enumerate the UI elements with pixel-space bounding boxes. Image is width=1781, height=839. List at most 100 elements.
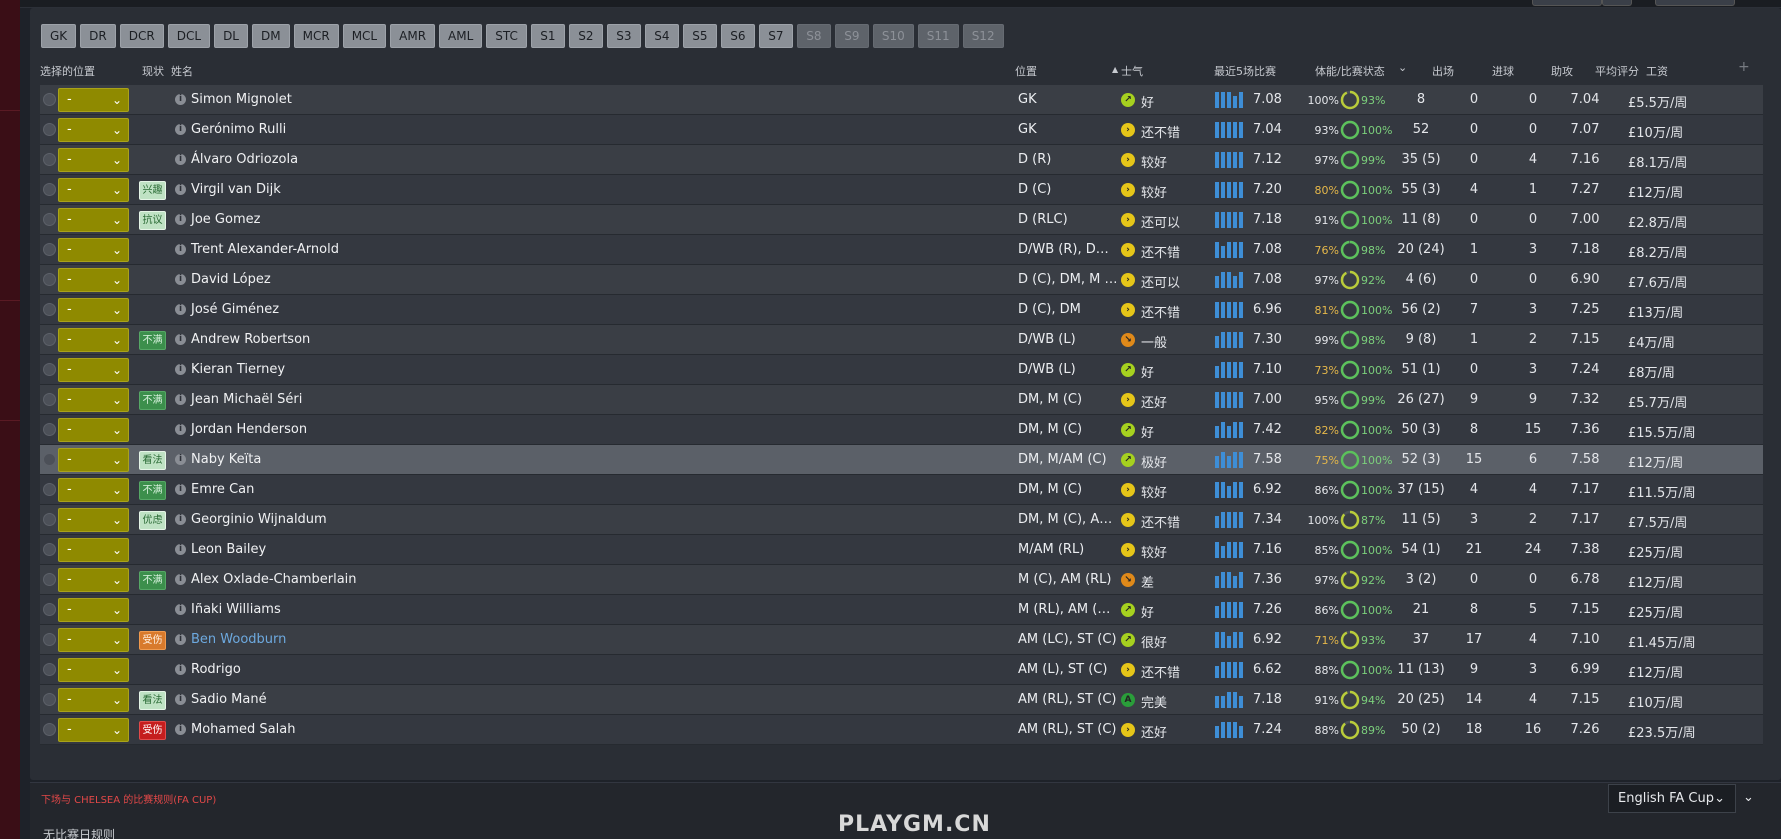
position-selector[interactable]: - ⌄ [58, 418, 129, 442]
position-selector[interactable]: - ⌄ [58, 568, 129, 592]
col-wage[interactable]: 工资 [1646, 63, 1668, 79]
position-filter-dr[interactable]: DR [80, 24, 116, 48]
table-row[interactable]: - ⌄ i Álvaro Odriozola D (R) › 较好 7.12 97% 99% 35 … [40, 145, 1763, 175]
player-name[interactable]: Alex Oxlade-Chamberlain [191, 572, 357, 587]
position-filter-s12[interactable]: S12 [962, 24, 1004, 48]
table-row[interactable]: -⌄优虑iGeorginio WijnaldumDM, M (C), AM (.… [40, 505, 1763, 535]
position-filter-mcr[interactable]: MCR [293, 24, 339, 48]
row-select-checkbox[interactable] [43, 693, 56, 706]
row-select-checkbox[interactable] [43, 213, 56, 226]
player-name[interactable]: Georginio Wijnaldum [191, 512, 327, 527]
table-row[interactable]: - ⌄ 不满 i Andrew Robertson D/WB (L) ↘ 一般 7.30 99% 9… [40, 325, 1763, 355]
position-filter-dcr[interactable]: DCR [119, 24, 164, 48]
table-row[interactable]: - ⌄ i Kieran Tierney D/WB (L) ↗ 好 7.10 73% 100% 51… [40, 355, 1763, 385]
player-name[interactable]: Trent Alexander-Arnold [191, 242, 339, 257]
position-selector[interactable]: - ⌄ [58, 328, 129, 352]
col-assists[interactable]: 助攻 [1551, 63, 1573, 79]
status-badge[interactable]: 不满 [139, 571, 166, 590]
info-icon[interactable]: i [175, 664, 186, 675]
row-select-checkbox[interactable] [43, 633, 56, 646]
position-filter-s7[interactable]: S7 [758, 24, 793, 48]
player-name[interactable]: Iñaki Williams [191, 602, 281, 617]
table-row[interactable]: - ⌄ i Rodrigo AM (L), ST (C) › 还不错 6.62 88% 100% 1… [40, 655, 1763, 685]
position-filter-s8[interactable]: S8 [796, 24, 831, 48]
status-badge[interactable]: 不满 [139, 481, 166, 500]
row-select-checkbox[interactable] [43, 363, 56, 376]
info-icon[interactable]: i [175, 514, 186, 525]
info-icon[interactable]: i [175, 454, 186, 465]
position-filter-s2[interactable]: S2 [568, 24, 603, 48]
info-icon[interactable]: i [175, 364, 186, 375]
info-icon[interactable]: i [175, 574, 186, 585]
player-name[interactable]: Naby Keïta [191, 452, 261, 467]
position-selector[interactable]: - ⌄ [58, 388, 129, 412]
table-row[interactable]: - ⌄ i Simon Mignolet GK ↗ 好 7.08 100% 93% 8 0 0 7.04 £… [40, 85, 1763, 115]
position-filter-s11[interactable]: S11 [917, 24, 959, 48]
info-icon[interactable]: i [175, 94, 186, 105]
col-fitness[interactable]: 体能/比赛状态 [1315, 63, 1385, 79]
status-badge[interactable]: 优虑 [139, 511, 166, 530]
info-icon[interactable]: i [175, 544, 186, 555]
status-badge[interactable]: 看法 [139, 691, 166, 710]
position-filter-aml[interactable]: AML [439, 24, 483, 48]
position-filter-s9[interactable]: S9 [834, 24, 869, 48]
table-row[interactable]: - ⌄ i Trent Alexander-Arnold D/WB (R), DM,..… [40, 235, 1763, 265]
col-select-position[interactable]: 选择的位置 [40, 63, 95, 79]
info-icon[interactable]: i [175, 424, 186, 435]
info-icon[interactable]: i [175, 214, 186, 225]
position-selector[interactable]: - ⌄ [58, 208, 129, 232]
table-row[interactable]: - ⌄ 不满 i Emre Can DM, M (C) › 较好 6.92 86% 100% 37 (… [40, 475, 1763, 505]
player-name[interactable]: Jordan Henderson [191, 422, 307, 437]
row-select-checkbox[interactable] [43, 333, 56, 346]
position-selector[interactable]: - ⌄ [58, 658, 129, 682]
expand-chevron-icon[interactable]: ⌄ [1743, 790, 1761, 810]
position-filter-s10[interactable]: S10 [872, 24, 914, 48]
row-select-checkbox[interactable] [43, 93, 56, 106]
player-name[interactable]: Andrew Robertson [191, 332, 310, 347]
top-dropdown-arrow[interactable] [1602, 0, 1632, 6]
position-selector[interactable]: - ⌄ [58, 478, 129, 502]
position-selector[interactable]: - ⌄ [58, 148, 129, 172]
info-icon[interactable]: i [175, 124, 186, 135]
player-name[interactable]: Simon Mignolet [191, 92, 292, 107]
status-badge[interactable]: 受伤 [139, 631, 166, 650]
competition-select[interactable]: English FA Cup ⌄ [1608, 784, 1736, 813]
position-selector[interactable]: - ⌄ [58, 238, 129, 262]
row-select-checkbox[interactable] [43, 123, 56, 136]
table-row[interactable]: -⌄iIñaki WilliamsM (RL), AM (RLC...↗好7.2… [40, 595, 1763, 625]
position-selector[interactable]: - ⌄ [58, 88, 129, 112]
col-apps[interactable]: 出场 [1432, 63, 1454, 79]
position-selector[interactable]: - ⌄ [58, 688, 129, 712]
status-badge[interactable]: 看法 [139, 451, 166, 470]
col-avg-rating[interactable]: 平均评分 [1595, 63, 1639, 79]
info-icon[interactable]: i [175, 334, 186, 345]
player-name[interactable]: José Giménez [191, 302, 279, 317]
info-icon[interactable]: i [175, 724, 186, 735]
position-selector[interactable]: - ⌄ [58, 538, 129, 562]
player-name[interactable]: Rodrigo [191, 662, 241, 677]
table-row[interactable]: - ⌄ i Leon Bailey M/AM (RL) › 较好 7.16 85% 100% 54 … [40, 535, 1763, 565]
position-filter-gk[interactable]: GK [41, 24, 77, 48]
table-row[interactable]: - ⌄ 不满 i Alex Oxlade-Chamberlain M (C), AM (R… [40, 565, 1763, 595]
table-row[interactable]: - ⌄ 兴趣 i Virgil van Dijk D (C) › 较好 7.20 80% 100% 5… [40, 175, 1763, 205]
position-filter-s3[interactable]: S3 [606, 24, 641, 48]
player-name[interactable]: Joe Gomez [191, 212, 260, 227]
position-filter-dm[interactable]: DM [252, 24, 290, 48]
position-filter-s4[interactable]: S4 [644, 24, 679, 48]
col-goals[interactable]: 进球 [1492, 63, 1514, 79]
row-select-checkbox[interactable] [43, 393, 56, 406]
player-name[interactable]: Gerónimo Rulli [191, 122, 286, 137]
row-select-checkbox[interactable] [43, 543, 56, 556]
table-row[interactable]: - ⌄ i Gerónimo Rulli GK › 还不错 7.04 93% 100% 52 0 0 7.… [40, 115, 1763, 145]
player-name[interactable]: Virgil van Dijk [191, 182, 281, 197]
row-select-checkbox[interactable] [43, 513, 56, 526]
table-row[interactable]: - ⌄ 受伤 i Mohamed Salah AM (RL), ST (C) › 还好 7.24… [40, 715, 1763, 745]
info-icon[interactable]: i [175, 634, 186, 645]
row-select-checkbox[interactable] [43, 273, 56, 286]
table-row[interactable]: - ⌄ 看法 i Naby Keïta DM, M/AM (C) ↗ 极好 7.58 75% 100… [40, 445, 1763, 475]
col-morale[interactable]: 士气 [1121, 63, 1143, 79]
info-icon[interactable]: i [175, 244, 186, 255]
position-filter-s1[interactable]: S1 [530, 24, 565, 48]
top-search[interactable] [1655, 0, 1735, 6]
position-filter-stc[interactable]: STC [486, 24, 527, 48]
